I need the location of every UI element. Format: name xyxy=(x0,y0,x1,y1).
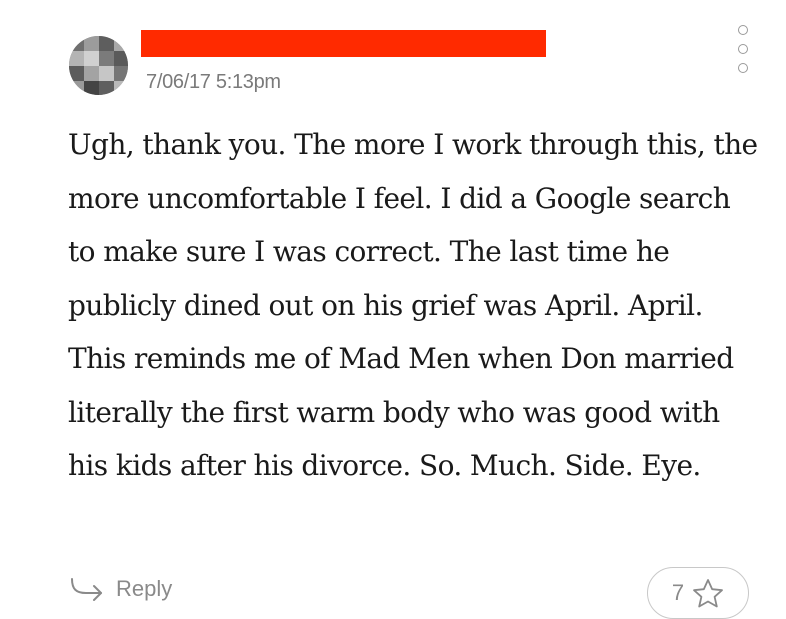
reply-label: Reply xyxy=(116,576,173,601)
menu-dot xyxy=(738,25,748,35)
like-button[interactable]: 7 xyxy=(647,567,749,619)
menu-dot xyxy=(738,63,748,73)
reply-button[interactable]: Reply xyxy=(70,576,172,602)
like-count: 7 xyxy=(671,580,685,605)
comment-body: Ugh, thank you. The more I work through … xyxy=(68,128,758,482)
comment-timestamp[interactable]: 7/06/17 5:13pm xyxy=(146,71,281,94)
avatar-pixelated-image xyxy=(69,36,128,95)
more-options-icon[interactable] xyxy=(736,25,750,73)
menu-dot xyxy=(738,44,748,54)
redacted-username xyxy=(141,30,546,57)
avatar[interactable] xyxy=(69,36,128,95)
star-icon xyxy=(693,579,724,608)
reply-arrow-icon xyxy=(71,578,102,601)
